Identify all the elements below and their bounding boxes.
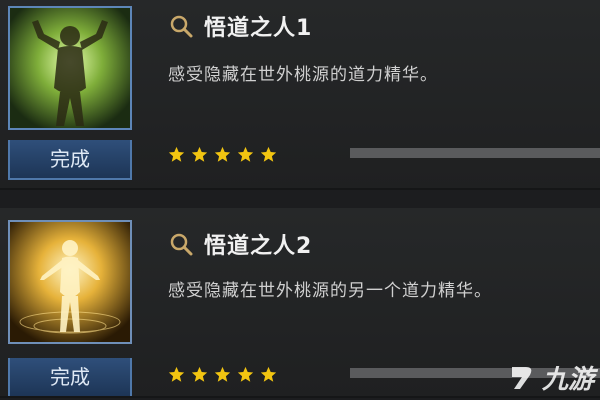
quest-title: 悟道之人1: [204, 16, 313, 41]
quest-portrait: [8, 6, 132, 130]
search-icon: [170, 15, 193, 38]
quest-portrait: [8, 220, 132, 344]
quest-description: 感受隐藏在世外桃源的道力精华。: [168, 65, 438, 85]
search-icon: [170, 233, 193, 256]
quest-title-row: 悟道之人1: [168, 10, 312, 42]
star-icon: [214, 146, 231, 162]
glowing-figure-portrait-icon: [10, 222, 130, 342]
watermark: 九游: [504, 359, 594, 396]
star-icon: [168, 366, 185, 382]
quest-title-row: 悟道之人2: [168, 228, 312, 260]
star-rating: [168, 366, 277, 383]
star-icon: [237, 366, 254, 382]
progress-bar: [350, 148, 600, 158]
complete-badge[interactable]: 完成: [8, 140, 132, 180]
star-icon: [260, 366, 277, 382]
star-icon: [260, 146, 277, 162]
progress-fill: [350, 148, 600, 158]
star-icon: [168, 146, 185, 162]
star-icon: [191, 366, 208, 382]
star-icon: [237, 146, 254, 162]
star-icon: [214, 366, 231, 382]
jiuyou-logo-icon: [511, 366, 532, 389]
complete-badge[interactable]: 完成: [8, 358, 132, 398]
figure-portrait-icon: [10, 8, 130, 128]
quest-card[interactable]: 完成 悟道之人1 感受隐藏在世外桃源的道力精华。: [0, 0, 600, 190]
star-rating: [168, 146, 277, 163]
quest-description: 感受隐藏在世外桃源的另一个道力精华。: [168, 281, 492, 301]
watermark-text: 九游: [541, 365, 594, 395]
quest-title: 悟道之人2: [204, 234, 313, 259]
star-icon: [191, 146, 208, 162]
